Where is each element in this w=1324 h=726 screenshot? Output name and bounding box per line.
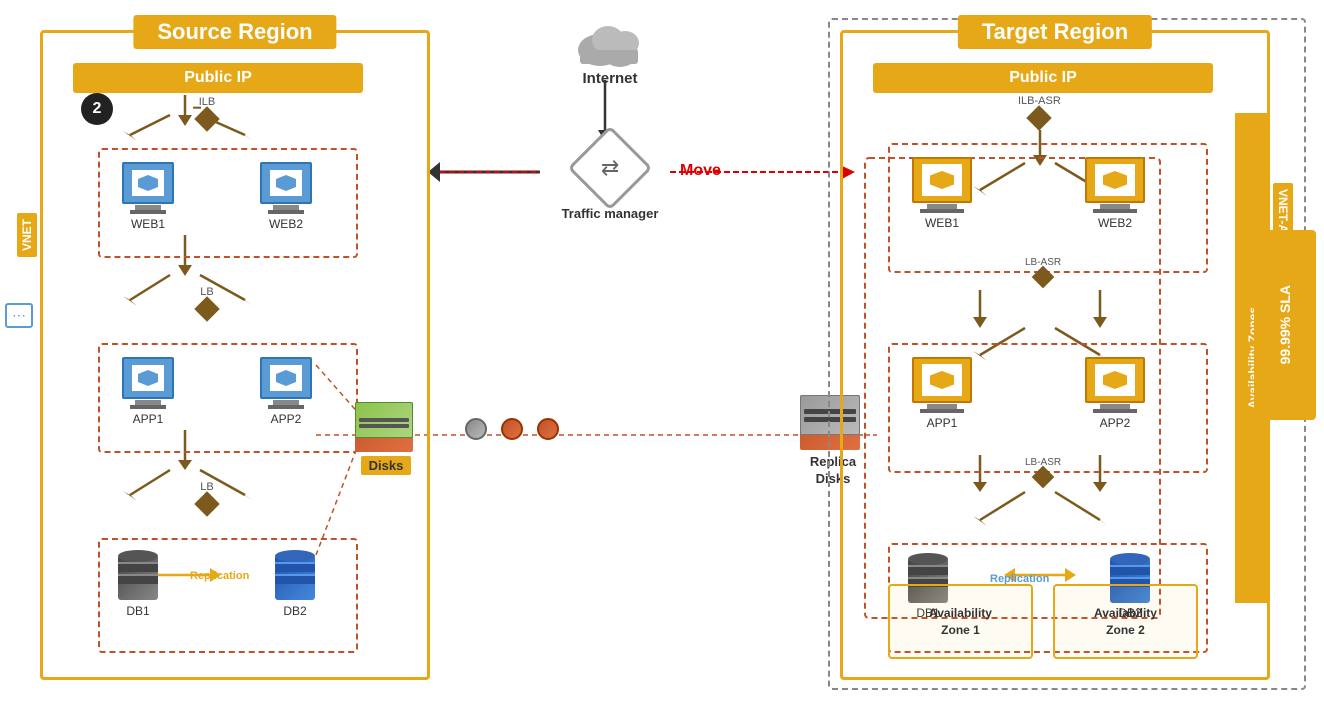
target-app2-label: APP2 (1100, 416, 1131, 430)
az-zone2: AvailabilityZone 2 (1053, 584, 1198, 659)
target-web2-label: WEB2 (1098, 216, 1132, 230)
target-region: Target Region VNET-ASR ⋯ Availability Zo… (840, 30, 1270, 680)
source-web2-label: WEB2 (269, 217, 303, 231)
source-db1: DB1 (118, 548, 158, 618)
sla-box: 99.99% SLA (1254, 230, 1316, 420)
source-region: Source Region VNET ⋯ Public IP 2 ILB (40, 30, 430, 680)
target-lb-asr-web: LB-ASR (1025, 257, 1061, 285)
source-db1-label: DB1 (126, 604, 149, 618)
source-db2: DB2 (275, 548, 315, 618)
source-app2: APP2 (260, 357, 312, 426)
vnet-label: VNET (17, 213, 37, 257)
target-web-group: WEB1 WEB2 LB-ASR (888, 143, 1208, 273)
az-zone1: AvailabilityZone 1 (888, 584, 1033, 659)
sla-text: 99.99% SLA (1277, 285, 1293, 364)
target-app2: APP2 (1085, 357, 1145, 430)
az1-label: AvailabilityZone 1 (929, 605, 992, 639)
target-app1: APP1 (912, 357, 972, 430)
target-app1-label: APP1 (927, 416, 958, 430)
source-db-group: DB1 Replication DB2 (98, 538, 358, 653)
move-label: Move (680, 162, 721, 180)
source-badge: 2 (81, 93, 113, 125)
source-disks: Disks (355, 390, 417, 475)
traffic-manager-label: Traffic manager (560, 206, 660, 223)
source-db2-label: DB2 (283, 604, 306, 618)
source-app1: APP1 (122, 357, 174, 426)
source-web-group: WEB1 WEB2 (98, 148, 358, 258)
source-lb2: LB (198, 481, 216, 513)
source-replication-label: Replication (190, 570, 249, 582)
target-app-group: APP1 APP2 LB-ASR (888, 343, 1208, 473)
source-lb1: LB (198, 286, 216, 318)
target-lb-asr-app: LB-ASR (1025, 457, 1061, 485)
source-public-ip: Public IP (73, 63, 363, 93)
internet-section: Internet (555, 15, 665, 88)
diagram: Source Region VNET ⋯ Public IP 2 ILB (0, 0, 1324, 726)
source-app-group: APP1 APP2 (98, 343, 358, 453)
disks-label: Disks (361, 456, 412, 475)
target-region-label: Target Region (958, 15, 1152, 49)
source-app2-label: APP2 (271, 412, 302, 426)
traffic-manager: ⇄ Traffic manager (560, 138, 660, 223)
cloud-icon (570, 15, 650, 70)
source-app1-label: APP1 (133, 412, 164, 426)
source-web1-label: WEB1 (131, 217, 165, 231)
source-ilb: ILB (198, 96, 216, 128)
az2-label: AvailabilityZone 2 (1094, 605, 1157, 639)
peering-icon-left: ⋯ (5, 303, 33, 328)
target-web2: WEB2 (1085, 157, 1145, 230)
target-public-ip: Public IP (873, 63, 1213, 93)
replication-icons (465, 418, 559, 440)
target-web1: WEB1 (912, 157, 972, 230)
source-web2: WEB2 (260, 162, 312, 231)
source-web1: WEB1 (122, 162, 174, 231)
source-region-label: Source Region (133, 15, 336, 49)
target-ilb-asr: ILB-ASR (1018, 95, 1061, 127)
internet-label: Internet (582, 70, 637, 87)
target-web1-label: WEB1 (925, 216, 959, 230)
